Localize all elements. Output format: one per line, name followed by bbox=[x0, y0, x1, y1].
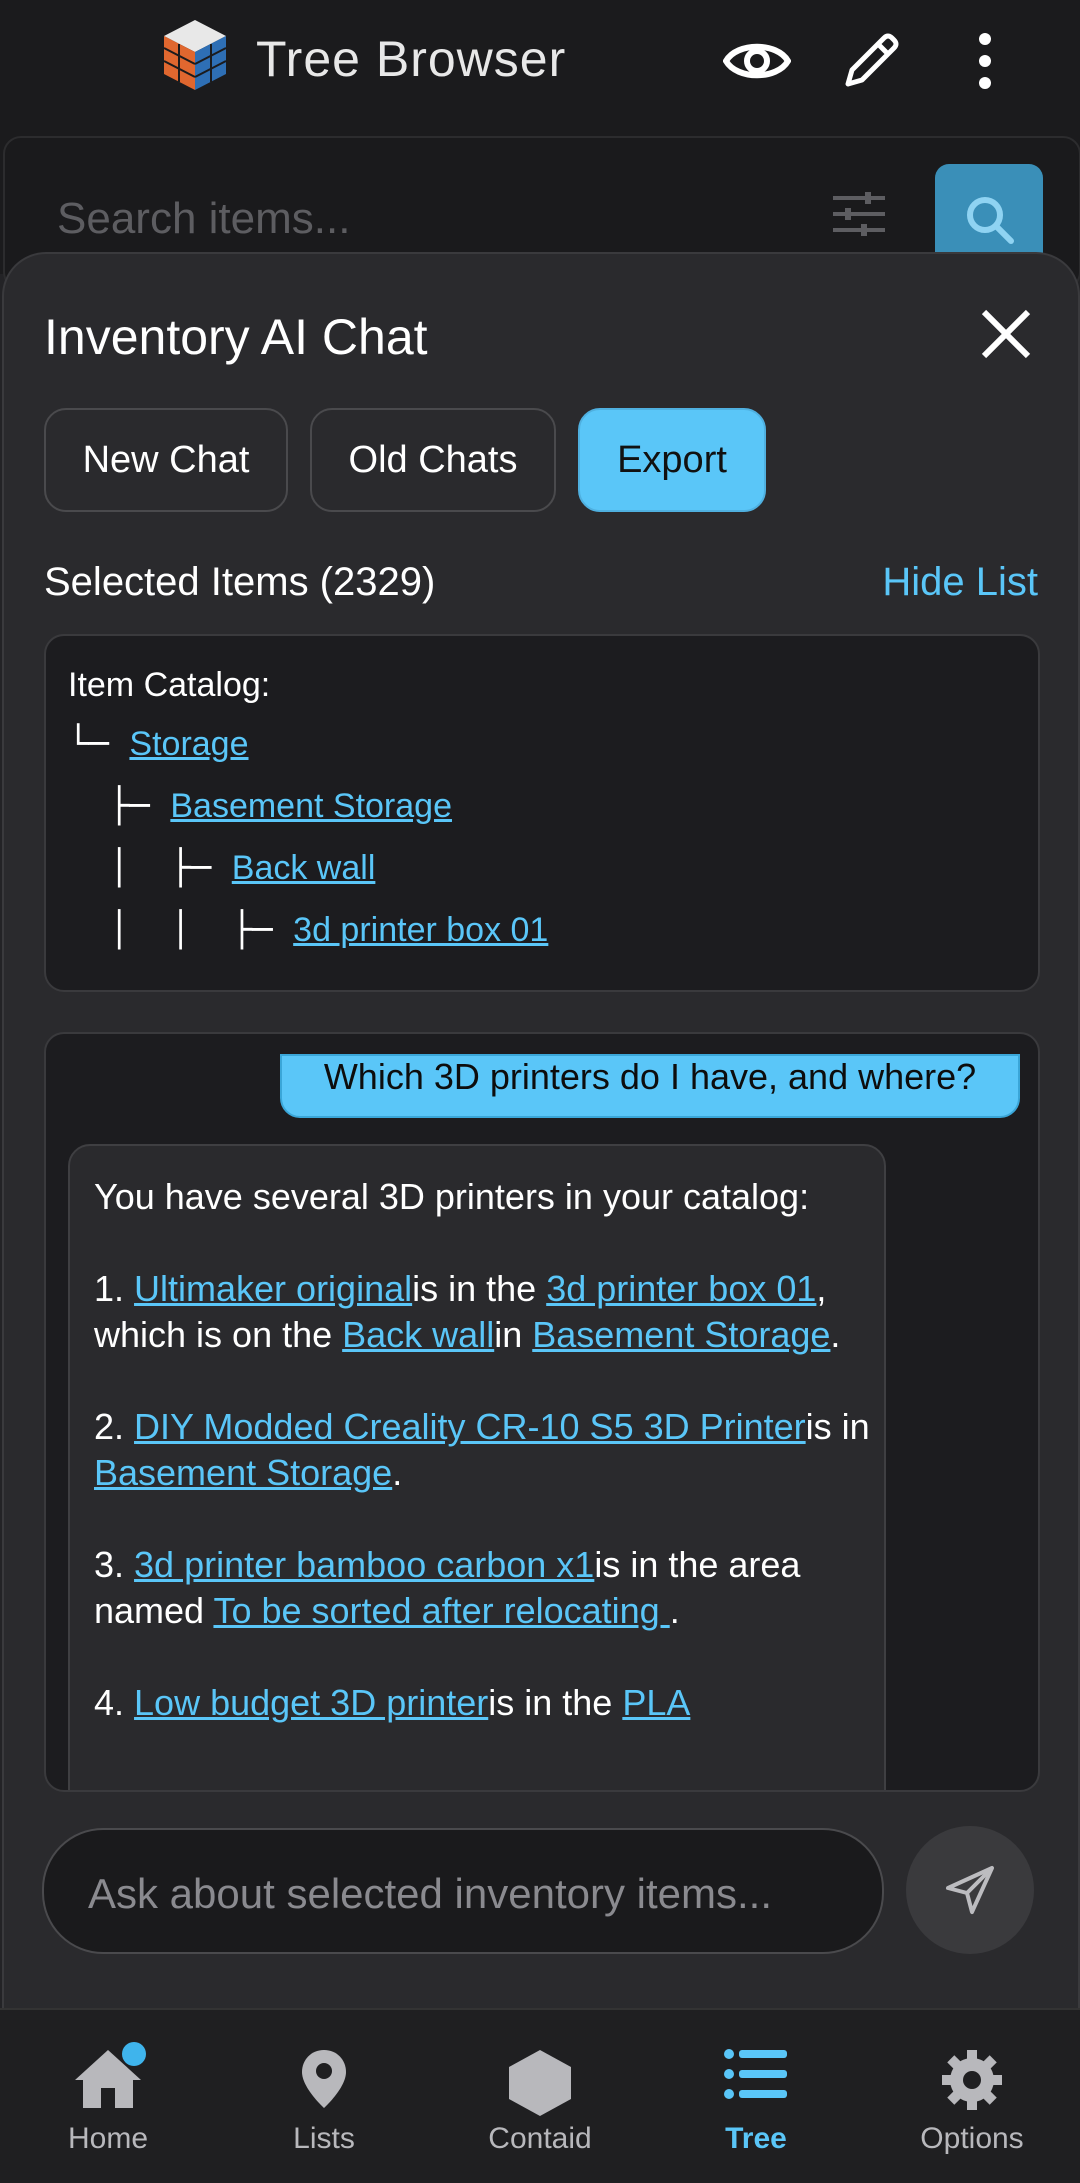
item-link[interactable]: DIY Modded Creality CR-10 S5 3D Printer bbox=[134, 1406, 806, 1447]
tree-link-3d-printer-box[interactable]: 3d printer box 01 bbox=[293, 911, 548, 949]
app-title: Tree Browser bbox=[256, 31, 567, 87]
hexagon-icon bbox=[507, 2048, 573, 2123]
tree-link-back-wall[interactable]: Back wall bbox=[232, 849, 376, 887]
ai-item-3: 3. 3d printer bamboo carbon x1is in the … bbox=[94, 1544, 801, 1631]
send-button[interactable] bbox=[906, 1826, 1034, 1954]
item-link[interactable]: Ultimaker original bbox=[134, 1268, 412, 1309]
tree-row: ├─ Basement Storage bbox=[68, 786, 452, 826]
gear-icon bbox=[940, 2048, 1004, 2117]
ask-placeholder: Ask about selected inventory items... bbox=[88, 1870, 772, 1917]
item-link[interactable]: Low budget 3D printer bbox=[134, 1682, 488, 1723]
search-icon bbox=[967, 197, 1014, 244]
search-placeholder: Search items... bbox=[57, 194, 351, 243]
pencil-icon[interactable] bbox=[836, 26, 906, 96]
item-link[interactable]: Back wall bbox=[342, 1314, 494, 1355]
nav-lists[interactable]: Lists bbox=[216, 2010, 432, 2183]
item-link[interactable]: 3d printer bamboo carbon x1 bbox=[134, 1544, 594, 1585]
user-message-bubble: Which 3D printers do I have, and where? bbox=[280, 1054, 1020, 1118]
item-link[interactable]: 3d printer box 01 bbox=[546, 1268, 816, 1309]
catalog-heading: Item Catalog: bbox=[68, 666, 271, 704]
export-button[interactable]: Export bbox=[578, 408, 766, 512]
nav-contained[interactable]: Contaid bbox=[432, 2010, 648, 2183]
tree-link-basement-storage[interactable]: Basement Storage bbox=[170, 787, 452, 825]
nav-tree[interactable]: Tree bbox=[648, 2010, 864, 2183]
new-chat-button[interactable]: New Chat bbox=[44, 408, 288, 512]
item-link[interactable]: To be sorted after relocating bbox=[213, 1590, 669, 1631]
hide-list-link[interactable]: Hide List bbox=[882, 560, 1038, 605]
item-catalog: Item Catalog: └─ Storage ├─ Basement Sto… bbox=[44, 634, 1040, 992]
nav-lists-label: Lists bbox=[293, 2122, 355, 2155]
bottom-navigation: Home Lists Contaid Tree Options bbox=[0, 2008, 1080, 2183]
ai-item-2: 2. DIY Modded Creality CR-10 S5 3D Print… bbox=[94, 1406, 870, 1493]
ai-item-1: 1. Ultimaker originalis in the 3d printe… bbox=[94, 1268, 841, 1355]
item-link[interactable]: Basement Storage bbox=[94, 1452, 392, 1493]
nav-home[interactable]: Home bbox=[0, 2010, 216, 2183]
item-link[interactable]: PLA bbox=[622, 1682, 690, 1723]
chat-title: Inventory AI Chat bbox=[44, 309, 428, 365]
ai-intro: You have several 3D printers in your cat… bbox=[94, 1176, 810, 1217]
chat-messages[interactable]: Which 3D printers do I have, and where? … bbox=[44, 1032, 1040, 1792]
close-icon[interactable] bbox=[976, 304, 1036, 364]
notification-badge bbox=[122, 2042, 146, 2066]
ai-message-text: You have several 3D printers in your cat… bbox=[94, 1174, 874, 1772]
tree-row: │ │ ├─ 3d printer box 01 bbox=[68, 910, 549, 950]
more-vert-icon[interactable] bbox=[950, 26, 1020, 96]
top-app-bar: Tree Browser bbox=[0, 0, 1080, 134]
app-logo bbox=[160, 18, 230, 92]
nav-options-label: Options bbox=[920, 2122, 1024, 2155]
nav-options[interactable]: Options bbox=[864, 2010, 1080, 2183]
filter-sliders-icon[interactable] bbox=[831, 190, 887, 243]
ai-item-4: 4. Low budget 3D printeris in the PLA bbox=[94, 1682, 691, 1723]
tree-row: └─ Storage bbox=[68, 724, 249, 764]
ai-chat-sheet: Inventory AI Chat New Chat Old Chats Exp… bbox=[2, 252, 1080, 2016]
list-icon bbox=[723, 2048, 789, 2105]
nav-home-label: Home bbox=[67, 2122, 149, 2155]
eye-icon[interactable] bbox=[722, 26, 792, 96]
location-pin-icon bbox=[300, 2048, 348, 2115]
tree-link-storage[interactable]: Storage bbox=[129, 725, 248, 763]
send-icon bbox=[946, 1866, 994, 1914]
selected-items-label: Selected Items (2329) bbox=[44, 560, 436, 604]
old-chats-button[interactable]: Old Chats bbox=[310, 408, 556, 512]
ask-input[interactable]: Ask about selected inventory items... bbox=[42, 1828, 884, 1954]
nav-tree-label: Tree bbox=[725, 2122, 787, 2155]
nav-contained-label: Contaid bbox=[488, 2122, 592, 2155]
tree-row: │ ├─ Back wall bbox=[68, 848, 376, 888]
ai-message-bubble: You have several 3D printers in your cat… bbox=[68, 1144, 886, 1790]
item-link[interactable]: Basement Storage bbox=[532, 1314, 830, 1355]
